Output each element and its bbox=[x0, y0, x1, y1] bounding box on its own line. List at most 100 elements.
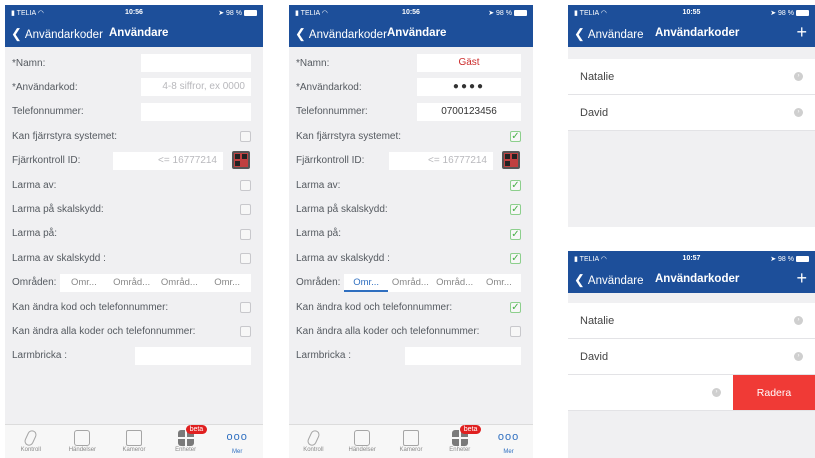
arm-row: Larma på: bbox=[5, 222, 263, 246]
back-button[interactable]: ❮ Användarkoder bbox=[295, 26, 387, 42]
list-item[interactable]: David › bbox=[568, 339, 815, 375]
area-option-selected[interactable]: Omr... bbox=[344, 274, 389, 292]
area-option[interactable]: Omr... bbox=[203, 274, 251, 292]
name-input[interactable]: Gäst bbox=[417, 54, 521, 72]
tab-handelser[interactable]: Händelser bbox=[338, 425, 387, 458]
status-bar: ▮ TELIA ◠ 10:56 ➤ 98 % bbox=[289, 5, 533, 21]
area-option[interactable]: Omr... bbox=[477, 274, 521, 292]
remote-id-row: Fjärrkontroll ID: <= 16777214 bbox=[289, 149, 533, 173]
tab-kameror[interactable]: Kameror bbox=[387, 425, 436, 458]
areas-selector[interactable]: Omr... Områd... Områd... Omr... bbox=[60, 273, 251, 292]
tab-enheter[interactable]: beta Enheter bbox=[160, 425, 212, 458]
area-option[interactable]: Områd... bbox=[108, 274, 156, 292]
change-all-codes-row: Kan ändra alla koder och telefonnummer: bbox=[289, 319, 533, 343]
arm-checkbox[interactable]: ✓ bbox=[510, 228, 521, 240]
list-item[interactable]: Natalie › bbox=[568, 303, 815, 339]
page-title: Användare bbox=[109, 27, 169, 39]
remote-control-row: Kan fjärrstyra systemet: ✓ bbox=[296, 130, 521, 143]
perimeter-arm-row: Larma på skalskydd: ✓ bbox=[296, 204, 521, 216]
back-button[interactable]: ❮ Användare bbox=[574, 26, 644, 42]
tab-enheter[interactable]: beta Enheter bbox=[435, 425, 484, 458]
chevron-right-icon: › bbox=[794, 316, 803, 325]
phone-row: Telefonnummer: bbox=[5, 100, 263, 124]
change-code-row: Kan ändra kod och telefonnummer: bbox=[5, 295, 263, 319]
change-all-codes-checkbox[interactable] bbox=[510, 326, 521, 338]
area-option[interactable]: Områd... bbox=[156, 274, 204, 292]
battery-icon bbox=[796, 256, 809, 262]
arm-checkbox[interactable] bbox=[240, 228, 251, 240]
back-button[interactable]: ❮ Användare bbox=[574, 272, 644, 288]
user-list: Natalie › David › › Radera bbox=[568, 293, 815, 411]
tab-kameror[interactable]: Kameror bbox=[108, 425, 160, 458]
house-icon bbox=[402, 430, 419, 446]
remote-control-checkbox[interactable]: ✓ bbox=[510, 131, 521, 143]
areas-row: Områden: Omr... Områd... Områd... Omr... bbox=[5, 271, 263, 295]
change-code-row: Kan ändra kod och telefonnummer: ✓ bbox=[296, 301, 521, 313]
battery-indicator: ➤ 98 % bbox=[218, 9, 257, 17]
status-bar: ▮ TELIA ◠ 10:56 ➤ 98 % bbox=[5, 5, 263, 21]
list-item-swiped[interactable]: › Radera bbox=[568, 375, 815, 411]
tab-handelser[interactable]: Händelser bbox=[57, 425, 109, 458]
disarm-row: Larma av: bbox=[5, 173, 263, 197]
chevron-right-icon: › bbox=[794, 352, 803, 361]
arm-row: Larma på: ✓ bbox=[296, 228, 521, 240]
screen-new-user: ▮ TELIA ◠ 10:56 ➤ 98 % ❮ Användarkoder An… bbox=[5, 5, 263, 458]
list-item[interactable]: David › bbox=[568, 95, 815, 131]
change-all-codes-row: Kan ändra alla koder och telefonnummer: bbox=[5, 319, 263, 343]
disarm-checkbox[interactable]: ✓ bbox=[510, 179, 521, 191]
user-form: *Namn: Gäst *Användarkod: ●●●● Telefonnumm… bbox=[289, 47, 533, 369]
tab-kontroll[interactable]: Kontroll bbox=[289, 425, 338, 458]
area-option[interactable]: Omr... bbox=[60, 274, 108, 292]
tab-mer[interactable]: ooo Mer bbox=[484, 425, 533, 458]
perimeter-disarm-row: Larma av skalskydd : bbox=[5, 246, 263, 270]
perimeter-disarm-checkbox[interactable] bbox=[240, 253, 251, 265]
add-user-button[interactable]: + bbox=[796, 268, 807, 289]
delete-button[interactable]: Radera bbox=[733, 375, 815, 410]
perimeter-disarm-row: Larma av skalskydd : ✓ bbox=[296, 252, 521, 265]
phone-row: Telefonnummer: 0700123456 bbox=[289, 100, 533, 124]
areas-selector[interactable]: Omr... Områd... Områd... Omr... bbox=[344, 273, 521, 292]
back-button[interactable]: ❮ Användarkoder bbox=[11, 26, 103, 42]
perimeter-arm-checkbox[interactable]: ✓ bbox=[510, 204, 521, 216]
change-code-checkbox[interactable] bbox=[240, 301, 251, 313]
list-icon bbox=[354, 430, 371, 446]
change-all-codes-checkbox[interactable] bbox=[240, 326, 251, 338]
code-input[interactable]: ●●●● bbox=[417, 78, 521, 97]
more-icon: ooo bbox=[226, 431, 248, 443]
remote-control-checkbox[interactable] bbox=[240, 131, 251, 143]
beta-badge: beta bbox=[185, 425, 208, 434]
tag-input[interactable] bbox=[405, 346, 521, 365]
phone-input[interactable] bbox=[141, 102, 251, 121]
qr-scan-icon[interactable] bbox=[502, 150, 520, 169]
disarm-checkbox[interactable] bbox=[240, 179, 251, 191]
user-form: *Namn: *Användarkod: 4-8 siffror, ex 0000… bbox=[5, 47, 263, 369]
chevron-left-icon: ❮ bbox=[574, 272, 585, 287]
tab-kontroll[interactable]: Kontroll bbox=[5, 425, 57, 458]
name-row: *Namn: Gäst bbox=[289, 51, 533, 75]
chevron-left-icon: ❮ bbox=[574, 26, 585, 41]
tab-bar: Kontroll Händelser Kameror beta Enheter o… bbox=[289, 424, 533, 458]
code-input[interactable]: 4-8 siffror, ex 0000 bbox=[141, 78, 251, 97]
battery-indicator: ➤ 98 % bbox=[488, 9, 527, 17]
screen-user-codes-delete: ▮ TELIA ◠ 10:57 ➤ 98 % ❮ Användare Använd… bbox=[568, 251, 815, 458]
status-bar: ▮ TELIA ◠ 10:55 ➤ 98 % bbox=[568, 5, 815, 21]
tag-input[interactable] bbox=[135, 346, 251, 365]
perimeter-disarm-checkbox[interactable]: ✓ bbox=[510, 253, 521, 265]
add-user-button[interactable]: + bbox=[796, 22, 807, 43]
name-input[interactable] bbox=[141, 54, 251, 72]
area-option[interactable]: Områd... bbox=[388, 274, 432, 292]
remote-id-row: Fjärrkontroll ID: <= 16777214 bbox=[5, 149, 263, 173]
remote-control-row: Kan fjärrstyra systemet: bbox=[5, 124, 263, 148]
tab-mer[interactable]: ooo Mer bbox=[211, 425, 263, 458]
chevron-left-icon: ❮ bbox=[295, 26, 306, 41]
page-title: Användare bbox=[387, 27, 447, 39]
perimeter-arm-checkbox[interactable] bbox=[240, 204, 251, 216]
remote-id-input[interactable]: <= 16777214 bbox=[389, 151, 493, 170]
list-item[interactable]: Natalie › bbox=[568, 59, 815, 95]
area-option[interactable]: Områd... bbox=[433, 274, 477, 292]
qr-scan-icon[interactable] bbox=[232, 150, 250, 169]
remote-id-input[interactable]: <= 16777214 bbox=[113, 151, 223, 170]
change-code-checkbox[interactable]: ✓ bbox=[510, 301, 521, 313]
phone-input[interactable]: 0700123456 bbox=[417, 102, 521, 121]
chevron-right-icon: › bbox=[794, 108, 803, 117]
